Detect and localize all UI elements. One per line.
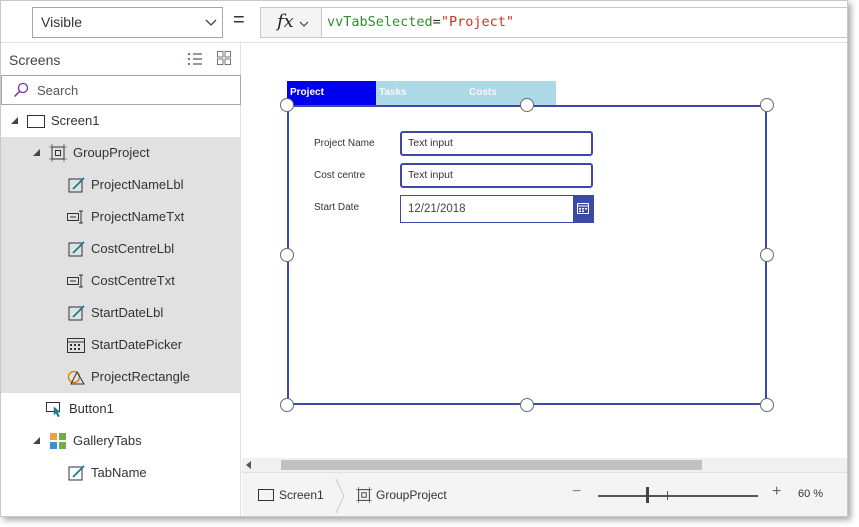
tree-item-gallerytabs[interactable]: GalleryTabs (1, 425, 241, 457)
calendar-icon (577, 203, 589, 214)
tree-item-label: GroupProject (73, 145, 150, 160)
tab-project[interactable]: Project (287, 81, 376, 105)
scrollbar-thumb[interactable] (281, 460, 702, 470)
resize-handle-top-right[interactable] (760, 98, 774, 112)
group-icon (356, 487, 372, 503)
resize-handle-bottom-left[interactable] (280, 398, 294, 412)
chevron-down-icon (299, 21, 309, 27)
breadcrumb-separator-icon (335, 479, 345, 513)
tree-header: Screens (1, 43, 241, 75)
resize-handle-bottom[interactable] (520, 398, 534, 412)
tree-item-label: TabName (91, 465, 147, 480)
group-icon (49, 144, 67, 162)
formula-identifier: vvTabSelected (327, 14, 433, 30)
zoom-out-button[interactable]: − (572, 483, 581, 501)
tree-item-label: ProjectRectangle (91, 369, 190, 384)
tree-title: Screens (9, 52, 61, 68)
tree-item-screen1[interactable]: Screen1 (1, 105, 241, 137)
property-dropdown[interactable]: Visible (32, 7, 223, 38)
tree-item-tabname[interactable]: TabName (1, 457, 241, 489)
formula-string: "Project" (440, 14, 514, 30)
label-edit-icon (68, 305, 85, 321)
tree-item-label: Button1 (69, 401, 114, 416)
property-value: Visible (41, 14, 82, 30)
equals-sign: = (233, 9, 245, 31)
cost-centre-label: Cost centre (314, 170, 366, 181)
app-window: Visible = fx vvTabSelected="Project" Scr… (0, 0, 848, 517)
label-edit-icon (68, 241, 85, 257)
formula-bar: Visible = fx vvTabSelected="Project" (1, 1, 847, 43)
status-bar: Screen1 GroupProject − + 60 % (242, 472, 847, 516)
fx-button[interactable]: fx (260, 7, 321, 38)
screen-icon (27, 115, 45, 128)
tree-item-costcentrelbl[interactable]: CostCentreLbl (1, 233, 241, 265)
tree-item-label: CostCentreTxt (91, 273, 175, 288)
resize-handle-top[interactable] (520, 98, 534, 112)
formula-operator: = (432, 14, 441, 30)
collapse-caret-icon[interactable] (11, 117, 19, 125)
tree-item-label: CostCentreLbl (91, 241, 175, 256)
tree-item-startdatelbl[interactable]: StartDateLbl (1, 297, 241, 329)
tree-item-projectnamelbl[interactable]: ProjectNameLbl (1, 169, 241, 201)
resize-handle-bottom-right[interactable] (760, 398, 774, 412)
search-icon (13, 82, 29, 98)
resize-handle-right[interactable] (760, 248, 774, 262)
tree-item-startdatepicker[interactable]: StartDatePicker (1, 329, 241, 361)
tree-item-label: StartDateLbl (91, 305, 164, 320)
formula-input[interactable]: vvTabSelected="Project" (321, 7, 847, 38)
zoom-slider-tick (667, 491, 668, 500)
tree-item-label: ProjectNameTxt (91, 209, 185, 224)
scroll-left-icon[interactable] (245, 461, 253, 469)
shapes-icon (67, 370, 85, 385)
tree-item-groupproject[interactable]: GroupProject (1, 137, 241, 169)
zoom-slider-thumb[interactable] (646, 487, 649, 503)
search-input[interactable] (37, 81, 232, 99)
tree-item-label: StartDatePicker (91, 337, 183, 352)
breadcrumb-group[interactable]: GroupProject (376, 488, 447, 502)
resize-handle-top-left[interactable] (280, 98, 294, 112)
resize-handle-left[interactable] (280, 248, 294, 262)
tab-tasks[interactable]: Tasks (376, 81, 466, 105)
collapse-caret-icon[interactable] (33, 437, 41, 445)
button-pointer-icon (46, 402, 61, 418)
calendar-icon (67, 338, 85, 353)
tree-item-costcentretxt[interactable]: CostCentreTxt (1, 265, 241, 297)
tree-item-label: Screen1 (51, 113, 100, 128)
tab-costs[interactable]: Costs (466, 81, 556, 105)
zoom-slider-track[interactable] (598, 495, 758, 497)
tree-view-panel: Screens Search Screen1 GroupProject Proj… (1, 43, 241, 516)
breadcrumb-screen[interactable]: Screen1 (279, 488, 324, 502)
grid-view-icon[interactable] (217, 51, 231, 65)
gallery-icon (50, 433, 66, 449)
label-edit-icon (68, 465, 85, 481)
chevron-down-icon (205, 19, 217, 26)
calendar-button[interactable] (573, 196, 593, 222)
tree-item-label: ProjectNameLbl (91, 177, 184, 192)
fx-icon: fx (277, 11, 294, 32)
tree-search (1, 75, 241, 105)
tree-item-projectnametxt[interactable]: ProjectNameTxt (1, 201, 241, 233)
list-view-icon[interactable] (187, 52, 203, 66)
text-input-icon (67, 210, 83, 224)
design-canvas[interactable]: Project Tasks Costs Project Name Text in… (242, 44, 847, 458)
label-edit-icon (68, 177, 85, 193)
text-input-icon (67, 274, 83, 288)
start-date-label: Start Date (314, 202, 360, 213)
project-name-label: Project Name (314, 138, 375, 149)
tree-item-button1[interactable]: Button1 (1, 393, 241, 425)
screen-icon (258, 489, 274, 501)
tree-item-label: GalleryTabs (73, 433, 142, 448)
start-date-picker[interactable]: 12/21/2018 (400, 195, 594, 223)
collapse-caret-icon[interactable] (33, 149, 41, 157)
canvas-horizontal-scrollbar[interactable] (242, 458, 847, 472)
zoom-level: 60 % (798, 488, 824, 500)
zoom-in-button[interactable]: + (772, 483, 781, 501)
tree-item-projectrectangle[interactable]: ProjectRectangle (1, 361, 241, 393)
start-date-value: 12/21/2018 (408, 203, 466, 215)
project-name-input[interactable]: Text input (400, 131, 593, 156)
cost-centre-input[interactable]: Text input (400, 163, 593, 188)
